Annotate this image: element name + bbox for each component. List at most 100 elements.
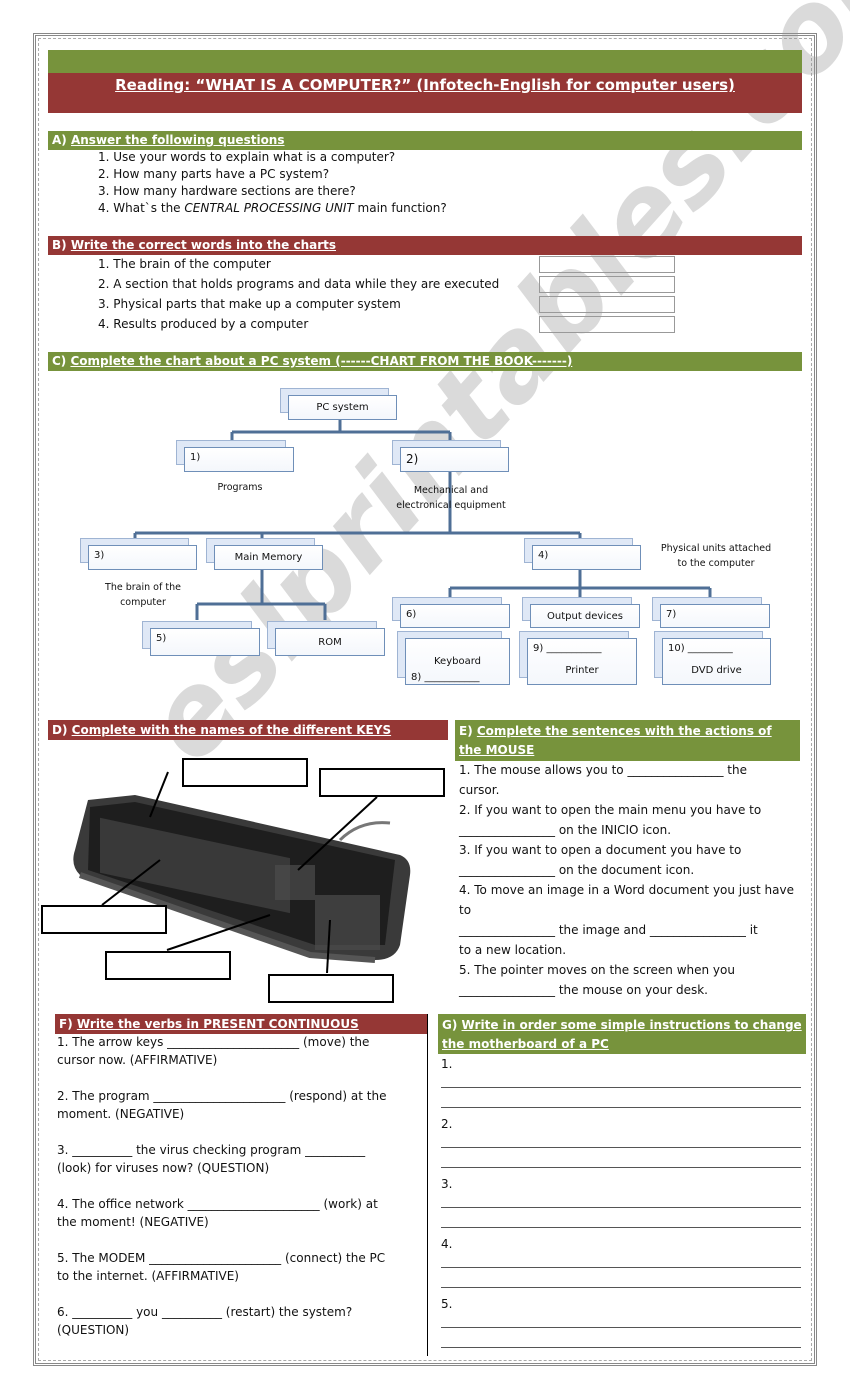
answer-line[interactable] [441,1287,801,1288]
e-line: ________________ the mouse on your desk. [459,983,708,997]
chart-node-pc-system: PC system [288,395,397,420]
section-g-title: Write in order some simple instructions … [442,1018,802,1051]
e-line: 3. If you want to open a document you ha… [459,843,742,857]
f-line: 4. The office network __________________… [57,1197,378,1211]
section-g-header: G) Write in order some simple instructio… [438,1014,806,1054]
f-line: 3. __________ the virus checking program… [57,1143,366,1157]
chart-node-5[interactable]: 5) [150,628,260,656]
f-line: 5. The MODEM ______________________ (con… [57,1251,386,1265]
answer-line[interactable] [441,1227,801,1228]
section-d-title: Complete with the names of the different… [71,723,392,737]
node-label: DVD drive [691,665,742,676]
f-item-4: 4. The office network __________________… [57,1195,425,1231]
section-d-prefix: D) [52,723,68,737]
label-line: to the computer [677,558,755,569]
e-line: 5. The pointer moves on the screen when … [459,963,735,977]
node-number: 3) [94,550,105,561]
chart-node-2[interactable]: 2) [400,447,509,472]
connector-root [230,420,452,440]
label-line: Physical units attached [660,543,772,554]
instruction-number: 2. [441,1117,453,1131]
label-line: Mechanical and [413,485,489,496]
section-e-title: Complete the sentences with the actions … [459,724,772,757]
key-label-box-5[interactable] [268,974,394,1003]
chart-node-main-memory: Main Memory [214,545,323,570]
label-physical-units: Physical units attached to the computer [650,541,782,571]
node-number: 8) ___________ [411,672,480,683]
f-line: (QUESTION) [57,1323,130,1337]
node-label: PC system [316,402,369,413]
node-number: 9) ___________ [533,643,602,654]
f-item-1: 1. The arrow keys ______________________… [57,1033,425,1069]
f-line: moment. (NEGATIVE) [57,1107,185,1121]
label-brain: The brain of the computer [88,580,198,610]
answer-line[interactable] [441,1347,801,1348]
section-e-prefix: E) [459,724,473,738]
instruction-number: 5. [441,1297,453,1311]
key-label-box-3[interactable] [41,905,167,934]
chart-node-1[interactable]: 1) [184,447,294,472]
node-label: Keyboard [433,656,481,667]
f-line: 1. The arrow keys ______________________… [57,1035,370,1049]
f-item-3: 3. __________ the virus checking program… [57,1141,425,1177]
f-line: 2. The program ______________________ (r… [57,1089,387,1103]
label-line: The brain of the [105,582,181,593]
e-line: ________________ on the INICIO icon. [459,823,672,837]
key-label-box-4[interactable] [105,951,231,980]
e-line: 1. The mouse allows you to _____________… [459,763,747,777]
answer-line[interactable] [441,1327,801,1328]
answer-line[interactable] [441,1207,801,1208]
chart-node-6[interactable]: 6) [400,604,510,628]
label-line: computer [120,597,166,608]
label-mechanical: Mechanical and electronical equipment [381,483,521,513]
e-line: to a new location. [459,943,567,957]
e-line: ________________ on the document icon. [459,863,695,877]
e-line: cursor. [459,783,500,797]
node-number: 4) [538,550,549,561]
chart-node-rom: ROM [275,628,385,656]
e-line: 2. If you want to open the main menu you… [459,803,762,817]
e-line: 4. To move an image in a Word document y… [459,883,794,917]
answer-line[interactable] [441,1107,801,1108]
chart-node-3[interactable]: 3) [88,545,197,570]
node-label: Main Memory [234,552,303,563]
f-item-6: 6. __________ you __________ (restart) t… [57,1303,425,1339]
column-divider [427,1014,428,1356]
f-line: (look) for viruses now? (QUESTION) [57,1161,270,1175]
node-number: 1) [190,452,201,463]
node-number: 10) _________ [668,643,733,654]
instruction-number: 3. [441,1177,453,1191]
node-number: 6) [406,609,417,620]
present-continuous-list: 1. The arrow keys ______________________… [57,1033,425,1339]
chart-node-dvd[interactable]: 10) _________ DVD drive [662,638,771,685]
label-line: electronical equipment [396,500,506,511]
e-line: ________________ the image and _________… [459,923,758,937]
chart-node-keyboard[interactable]: Keyboard 8) ___________ [405,638,510,685]
node-label: Output devices [547,610,623,622]
chart-node-output-devices: Output devices [530,604,640,628]
key-label-box-1[interactable] [182,758,308,787]
connector-peripherals [448,570,712,598]
answer-line[interactable] [441,1147,801,1148]
connector-memory [195,570,327,620]
chart-node-7[interactable]: 7) [660,604,770,628]
section-d-header: D) Complete with the names of the differ… [48,720,448,740]
f-item-5: 5. The MODEM ______________________ (con… [57,1249,425,1285]
label-programs: Programs [217,482,263,493]
answer-line[interactable] [441,1267,801,1268]
answer-line[interactable] [441,1087,801,1088]
section-f-prefix: F) [59,1017,73,1031]
instruction-number: 1. [441,1057,453,1071]
section-e-header: E) Complete the sentences with the actio… [455,720,800,761]
chart-node-4[interactable]: 4) [532,545,641,570]
section-f-title: Write the verbs in PRESENT CONTINUOUS [76,1017,359,1031]
f-line: cursor now. (AFFIRMATIVE) [57,1053,218,1067]
node-label: ROM [318,636,342,648]
f-line: to the internet. (AFFIRMATIVE) [57,1269,239,1283]
answer-line[interactable] [441,1167,801,1168]
node-number: 5) [156,633,167,644]
chart-node-printer[interactable]: 9) ___________ Printer [527,638,637,685]
mouse-sentences: 1. The mouse allows you to _____________… [459,760,804,1000]
instruction-number: 4. [441,1237,453,1251]
key-label-box-2[interactable] [319,768,445,797]
